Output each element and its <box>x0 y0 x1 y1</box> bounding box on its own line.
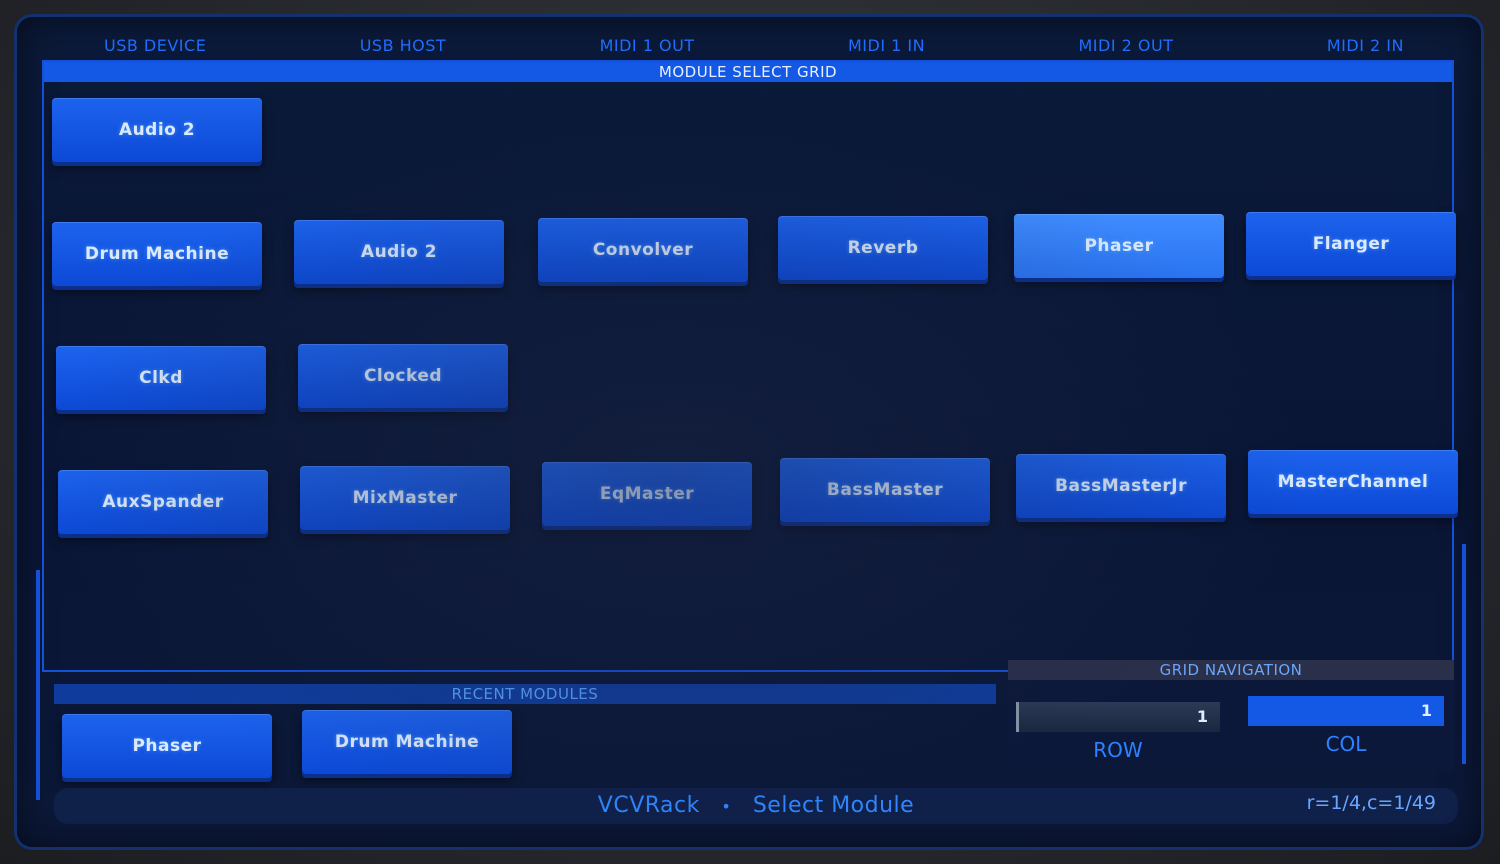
row-input[interactable]: 1 <box>1016 702 1220 732</box>
module-button-reverb[interactable]: Reverb <box>778 216 988 280</box>
recent-button-phaser[interactable]: Phaser <box>62 714 272 778</box>
status-position: r=1/4,c=1/49 <box>1306 792 1436 814</box>
row-label: ROW <box>1093 738 1143 762</box>
recent-button-drum-machine[interactable]: Drum Machine <box>302 710 512 774</box>
port-usb-host: USB HOST <box>359 35 447 55</box>
display-screen: USB DEVICE USB HOST MIDI 1 OUT MIDI 1 IN… <box>14 14 1484 850</box>
port-midi-1-out: MIDI 1 OUT <box>599 35 695 55</box>
module-select-grid: MODULE SELECT GRID Audio 2 Drum Machine … <box>42 60 1458 672</box>
left-scroll-accent <box>36 570 40 800</box>
grid-navigation-title: GRID NAVIGATION <box>1008 660 1454 680</box>
module-button-eqmaster[interactable]: EqMaster <box>542 462 752 526</box>
module-button-flanger[interactable]: Flanger <box>1246 212 1456 276</box>
col-input[interactable]: 1 <box>1248 696 1444 726</box>
module-button-clocked[interactable]: Clocked <box>298 344 508 408</box>
recent-modules-title: RECENT MODULES <box>54 684 996 704</box>
module-button-convolver[interactable]: Convolver <box>538 218 748 282</box>
col-label: COL <box>1325 732 1367 756</box>
recent-modules-panel: RECENT MODULES Phaser Drum Machine <box>54 684 996 784</box>
module-button-bassmasterjr[interactable]: BassMasterJr <box>1016 454 1226 518</box>
module-button-masterchannel[interactable]: MasterChannel <box>1248 450 1458 514</box>
port-midi-2-in: MIDI 2 IN <box>1326 35 1404 55</box>
right-scroll-accent <box>1462 544 1466 764</box>
module-button-auxspander[interactable]: AuxSpander <box>58 470 268 534</box>
module-button-bassmaster[interactable]: BassMaster <box>780 458 990 522</box>
module-button-audio-2[interactable]: Audio 2 <box>52 98 262 162</box>
status-main-text: VCVRack • Select Module <box>54 788 1458 824</box>
grid-navigation-panel: GRID NAVIGATION 1 ROW 1 COL <box>1008 660 1454 772</box>
module-button-drum-machine[interactable]: Drum Machine <box>52 222 262 286</box>
grid-title: MODULE SELECT GRID <box>44 62 1452 82</box>
module-button-clkd[interactable]: Clkd <box>56 346 266 410</box>
module-button-phaser[interactable]: Phaser <box>1014 214 1224 278</box>
status-bar: VCVRack • Select Module r=1/4,c=1/49 <box>54 788 1458 824</box>
status-app-name: VCVRack <box>597 793 700 818</box>
port-midi-2-out: MIDI 2 OUT <box>1078 35 1174 55</box>
module-button-audio-2[interactable]: Audio 2 <box>294 220 504 284</box>
module-button-mixmaster[interactable]: MixMaster <box>300 466 510 530</box>
status-action: Select Module <box>752 793 915 818</box>
port-midi-1-in: MIDI 1 IN <box>847 35 926 55</box>
port-usb-device: USB DEVICE <box>104 35 207 55</box>
status-separator: • <box>721 797 732 816</box>
port-label-bar: USB DEVICE USB HOST MIDI 1 OUT MIDI 1 IN… <box>44 30 1454 60</box>
